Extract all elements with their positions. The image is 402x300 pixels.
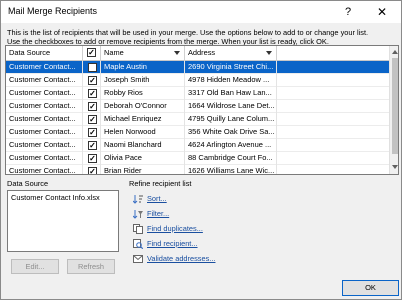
sort-icon [133,195,143,204]
ok-button[interactable]: OK [342,280,399,296]
recipient-grid[interactable]: Data Source ✓ Name Address Customer Cont… [5,45,399,175]
header-address-label: Address [188,48,216,57]
row-checkbox[interactable]: ✓ [88,89,97,98]
address-dropdown-icon[interactable] [266,51,272,55]
header-data-source-label: Data Source [9,48,51,57]
header-address[interactable]: Address [185,46,277,61]
row-address: 88 Cambridge Court Fo... [185,152,277,165]
table-row[interactable]: Customer Contact... ✓ Joseph Smith 4978 Hid… [6,74,389,87]
row-data-source: Customer Contact... [6,152,83,165]
row-name: Olivia Pace [101,152,185,165]
row-data-source: Customer Contact... [6,61,83,74]
close-button[interactable]: ✕ [369,3,395,21]
refine-label: Refine recipient list [129,179,192,188]
row-address: 3317 Old Ban Haw Lan... [185,87,277,100]
scroll-up-icon[interactable] [392,50,398,54]
row-checkbox[interactable]: ✓ [88,167,97,174]
find-duplicates-link[interactable]: Find duplicates... [147,224,203,233]
title-bar: Mail Merge Recipients ? ✕ [1,1,401,23]
row-name: Robby Rios [101,87,185,100]
validate-addresses-icon [133,255,143,263]
scroll-thumb[interactable] [392,58,398,154]
row-checkbox[interactable]: ✓ [88,154,97,163]
mail-merge-recipients-dialog: Mail Merge Recipients ? ✕ This is the li… [0,0,402,300]
table-row[interactable]: Customer Contact... ✓ Robby Rios 3317 Old B… [6,87,389,100]
row-checkbox[interactable]: ✓ [88,102,97,111]
sort-link[interactable]: Sort... [147,194,167,203]
grid-header: Data Source ✓ Name Address [6,46,389,61]
table-row[interactable]: Customer Contact... ✓ Deborah O'Connor 1664… [6,100,389,113]
row-name: Brian Rider [101,165,185,174]
row-data-source: Customer Contact... [6,113,83,126]
data-source-list[interactable]: Customer Contact Info.xlsx [7,190,119,252]
table-row[interactable]: Customer Contact... ✓ Michael Enriquez 4795… [6,113,389,126]
row-data-source: Customer Contact... [6,100,83,113]
row-checkbox[interactable]: ✓ [88,128,97,137]
filter-icon [133,210,143,219]
row-address: 356 White Oak Drive Sa... [185,126,277,139]
row-address: 2690 Virginia Street Chi... [185,61,277,74]
row-name: Deborah O'Connor [101,100,185,113]
row-data-source: Customer Contact... [6,74,83,87]
row-address: 1664 Wildrose Lane Det... [185,100,277,113]
header-data-source[interactable]: Data Source [6,46,83,61]
header-name-label: Name [104,48,124,57]
row-name: Naomi Blanchard [101,139,185,152]
table-row[interactable]: Customer Contact... ✓ Naomi Blanchard 4624 … [6,139,389,152]
row-data-source: Customer Contact... [6,126,83,139]
row-address: 1626 Williams Lane Wic... [185,165,277,174]
find-recipient-icon [133,239,143,249]
find-duplicates-icon [133,224,143,234]
refresh-button[interactable]: Refresh [67,259,115,274]
table-row[interactable]: Customer Contact... ✓ Olivia Pace 88 Cambri… [6,152,389,165]
row-checkbox[interactable]: ✓ [88,63,97,72]
instructions-text: This is the list of recipients that will… [7,28,399,46]
filter-link[interactable]: Filter... [147,209,169,218]
select-all-checkbox[interactable]: ✓ [87,48,96,57]
validate-addresses-link[interactable]: Validate addresses... [147,254,215,263]
row-data-source: Customer Contact... [6,165,83,174]
help-button[interactable]: ? [335,3,361,21]
row-name: Joseph Smith [101,74,185,87]
row-data-source: Customer Contact... [6,139,83,152]
name-dropdown-icon[interactable] [174,51,180,55]
row-checkbox[interactable]: ✓ [88,76,97,85]
scroll-down-icon[interactable] [392,165,398,169]
data-source-item[interactable]: Customer Contact Info.xlsx [11,193,100,202]
row-checkbox[interactable]: ✓ [88,115,97,124]
dialog-title: Mail Merge Recipients [8,6,98,16]
table-row[interactable]: Customer Contact... ✓ Brian Rider 1626 Will… [6,165,389,174]
data-source-label: Data Source [7,179,49,188]
find-recipient-link[interactable]: Find recipient... [147,239,198,248]
vertical-scrollbar[interactable] [389,46,398,174]
table-row[interactable]: Customer Contact... ✓ Maple Austin 2690 Vir… [6,61,389,74]
row-address: 4624 Arlington Avenue ... [185,139,277,152]
row-address: 4978 Hidden Meadow ... [185,74,277,87]
instructions-line-1: This is the list of recipients that will… [7,28,369,37]
row-data-source: Customer Contact... [6,87,83,100]
table-row[interactable]: Customer Contact... ✓ Helen Norwood 356 Whi… [6,126,389,139]
header-name[interactable]: Name [101,46,185,61]
row-name: Maple Austin [101,61,185,74]
row-name: Michael Enriquez [101,113,185,126]
row-checkbox[interactable]: ✓ [88,141,97,150]
row-address: 4795 Quilly Lane Colum... [185,113,277,126]
row-name: Helen Norwood [101,126,185,139]
header-select-all[interactable]: ✓ [83,46,101,61]
edit-button[interactable]: Edit... [11,259,59,274]
